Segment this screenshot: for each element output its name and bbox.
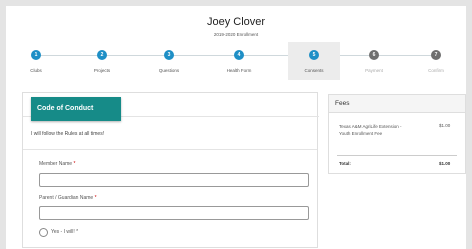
required-marker: * [73, 161, 76, 167]
step-number-badge: 7 [431, 50, 441, 60]
fees-total-label: Total: [339, 161, 351, 166]
fee-item-amount: $1.00 [439, 123, 451, 128]
step-label: Projects [93, 68, 111, 73]
divider [23, 149, 317, 150]
member-name-input[interactable] [39, 173, 309, 187]
conduct-statement: I will follow the Rules at all times! [31, 131, 105, 137]
step-label: Confirm [428, 68, 444, 73]
step-number-badge: 1 [31, 50, 41, 60]
step-projects[interactable]: 2 Projects [72, 42, 132, 80]
agree-radio-text: Yes - I will! [51, 229, 75, 235]
enrollment-year: 2019-2020 Enrollment [213, 32, 259, 37]
step-label: Clubs [30, 68, 42, 73]
enrollment-stepper: 1 Clubs 2 Projects 3 Questions 4 Health … [6, 42, 466, 80]
fee-item-label: Texas A&M AgriLife Extension - Youth Enr… [339, 124, 402, 136]
required-marker: * [76, 229, 79, 235]
step-number-badge: 2 [97, 50, 107, 60]
agree-radio-label: Yes - I will! * [51, 229, 78, 235]
step-label: Health Form [226, 68, 252, 73]
fees-divider [337, 155, 457, 156]
step-label: Questions [158, 68, 180, 73]
step-clubs[interactable]: 1 Clubs [6, 42, 66, 80]
step-consents[interactable]: 5 Consents [288, 42, 340, 80]
member-name-label: Member Name * [39, 161, 75, 167]
step-health-form[interactable]: 4 Health Form [209, 42, 269, 80]
fees-title: Fees [329, 95, 465, 113]
agree-radio[interactable] [39, 228, 48, 237]
step-number-badge: 5 [309, 50, 319, 60]
step-number-badge: 3 [164, 50, 174, 60]
enrollment-page: Joey Clover 2019-2020 Enrollment 1 Clubs… [6, 6, 466, 249]
fees-total-amount: $1.00 [439, 161, 451, 166]
code-of-conduct-tab: Code of Conduct [31, 97, 121, 121]
parent-name-label-text: Parent / Guardian Name [39, 195, 94, 201]
fees-card: Fees Texas A&M AgriLife Extension - Yout… [328, 94, 466, 174]
step-label: Consents [304, 68, 324, 73]
step-label: Payment [365, 68, 383, 73]
step-confirm: 7 Confirm [406, 42, 466, 80]
step-payment: 6 Payment [344, 42, 404, 80]
consent-form-card: Code of Conduct I will follow the Rules … [22, 92, 319, 248]
parent-name-input[interactable] [39, 206, 309, 220]
parent-name-label: Parent / Guardian Name * [39, 195, 97, 201]
step-number-badge: 6 [369, 50, 379, 60]
member-name-heading: Joey Clover [206, 16, 266, 28]
step-questions[interactable]: 3 Questions [139, 42, 199, 80]
required-marker: * [94, 195, 97, 201]
member-name-label-text: Member Name [39, 161, 73, 167]
step-number-badge: 4 [234, 50, 244, 60]
